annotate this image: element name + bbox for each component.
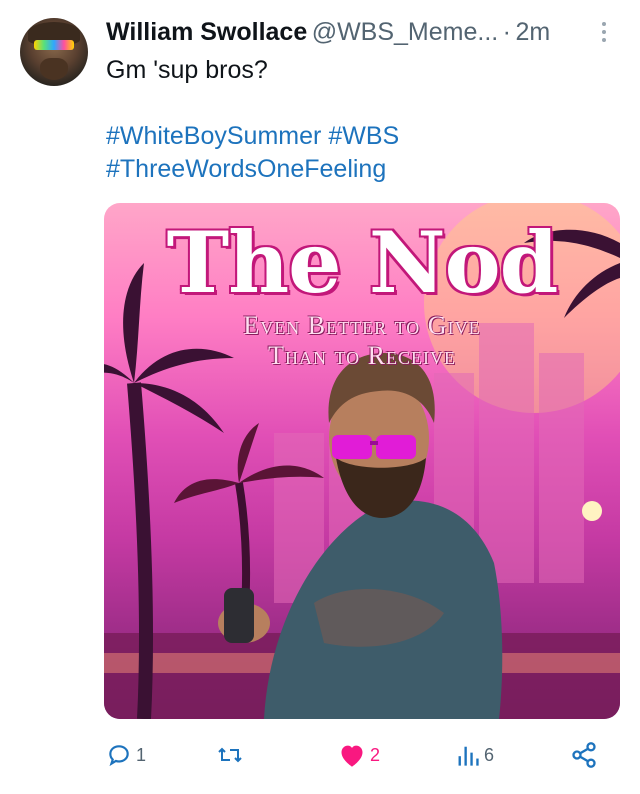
reply-icon <box>109 745 129 767</box>
more-icon[interactable] <box>600 22 608 44</box>
reply-button[interactable]: 1 <box>106 740 146 770</box>
display-name[interactable]: William Swollace <box>106 18 307 46</box>
action-bar: 1 2 6 <box>104 740 620 770</box>
heart-icon <box>341 745 363 767</box>
views-button[interactable]: 6 <box>456 740 494 770</box>
tweet-text: Gm 'sup bros? <box>106 56 268 84</box>
reply-count: 1 <box>136 744 147 765</box>
avatar-sunglasses <box>34 40 74 50</box>
share-button[interactable] <box>570 740 598 770</box>
hashtag-link[interactable]: #WBS <box>328 122 399 150</box>
share-icon <box>572 742 596 768</box>
like-button[interactable]: 2 <box>338 740 380 770</box>
like-count: 2 <box>370 744 381 765</box>
image-subtitle: Even Better to Give Than to Receive <box>144 311 580 371</box>
views-count: 6 <box>484 744 495 765</box>
timestamp[interactable]: 2m <box>515 18 550 46</box>
tweet-header: William Swollace @WBS_Meme... · 2m <box>106 18 626 48</box>
subtitle-line: Than to Receive <box>268 341 456 370</box>
avatar[interactable] <box>20 18 88 86</box>
tweet-image[interactable]: The Nod Even Better to Give Than to Rece… <box>104 203 620 719</box>
hashtags: #WhiteBoySummer #WBS #ThreeWordsOneFeeli… <box>106 120 399 186</box>
retweet-button[interactable] <box>216 740 248 770</box>
image-title: The Nod <box>166 213 559 312</box>
subtitle-line: Even Better to Give <box>243 311 481 340</box>
user-handle[interactable]: @WBS_Meme... <box>312 18 499 46</box>
views-icon <box>458 746 479 766</box>
avatar-beard <box>40 58 68 80</box>
retweet-icon <box>218 747 242 763</box>
hashtag-link[interactable]: #WhiteBoySummer <box>106 122 321 150</box>
hashtag-link[interactable]: #ThreeWordsOneFeeling <box>106 155 386 183</box>
separator-dot: · <box>502 18 511 46</box>
